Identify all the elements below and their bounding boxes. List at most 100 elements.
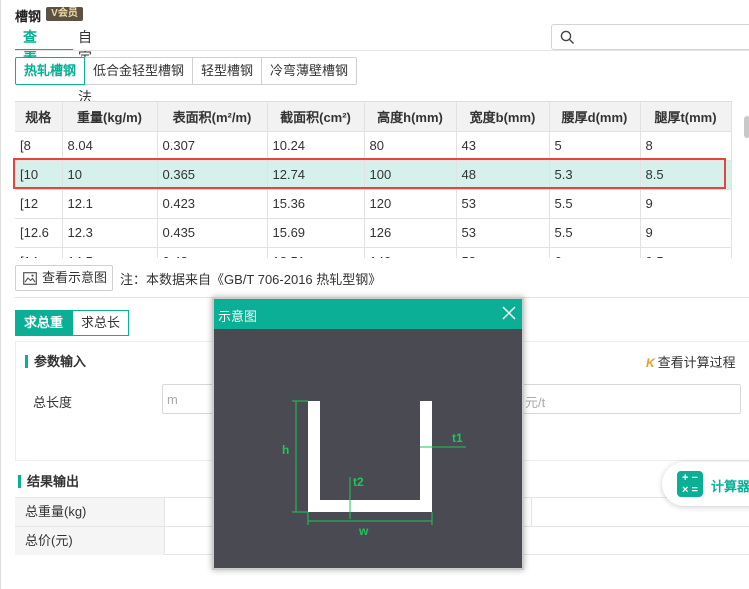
cell: [10 [15, 160, 63, 190]
cell: 12.1 [62, 189, 158, 219]
col-section-area[interactable]: 截面积(cm²) [267, 102, 365, 132]
page: 槽钢 V会员 查表法 自定义法 热轧槽钢 低合金轻型槽钢 轻型槽钢 冷弯薄壁槽钢… [0, 0, 749, 589]
search-input[interactable] [551, 24, 749, 50]
cell: 10 [62, 160, 158, 190]
calc-tabs: 求总重 求总长 [15, 310, 130, 336]
table-scrollbar[interactable] [744, 116, 749, 138]
cell: 12.74 [267, 160, 365, 190]
close-icon[interactable] [500, 304, 518, 322]
modal-title: 示意图 [218, 309, 258, 324]
image-icon [23, 272, 37, 285]
calculator-icon: + − × = [677, 471, 703, 497]
cell: 5.5 [549, 189, 641, 219]
cell: 48 [456, 160, 550, 190]
modal-header[interactable]: 示意图 [214, 299, 522, 329]
table-row[interactable]: [12.6 12.3 0.435 15.69 126 53 5.5 9 [15, 218, 732, 248]
channel-section-shape [308, 401, 432, 512]
cell: 8.04 [62, 131, 158, 161]
col-width[interactable]: 宽度b(mm) [456, 102, 550, 132]
view-process-link[interactable]: K 查看计算过程 [646, 352, 736, 371]
cell: 0.435 [157, 218, 268, 248]
cell: 8 [640, 131, 732, 161]
cell: 120 [364, 189, 457, 219]
cell: 5 [549, 131, 641, 161]
tab-light[interactable]: 轻型槽钢 [192, 57, 263, 85]
cell: 8.5 [640, 160, 732, 190]
cell: [12.6 [15, 218, 63, 248]
cell: 6 [549, 247, 641, 258]
cell: 80 [364, 131, 457, 161]
cell-divider [531, 498, 532, 526]
cell: 9 [640, 218, 732, 248]
cell: 43 [456, 131, 550, 161]
cell: 126 [364, 218, 457, 248]
cell: 0.307 [157, 131, 268, 161]
cell: 5.5 [549, 218, 641, 248]
cell: 18.51 [267, 247, 365, 258]
cell: 15.69 [267, 218, 365, 248]
cell: 53 [456, 189, 550, 219]
col-height[interactable]: 高度h(mm) [364, 102, 457, 132]
col-weight[interactable]: 重量(kg/m) [62, 102, 158, 132]
total-price-label: 总价(元) [15, 527, 165, 555]
width-label: w [358, 524, 369, 538]
data-source-note: 注：本数据来自《GB/T 706-2016 热轧型钢》 [120, 272, 382, 287]
cell: 9.5 [640, 247, 732, 258]
table-header-row: 规格 重量(kg/m) 表面积(m²/m) 截面积(cm²) 高度h(mm) 宽… [15, 102, 732, 132]
cell: 10.24 [267, 131, 365, 161]
table-row[interactable]: [8 8.04 0.307 10.24 80 43 5 8 [15, 131, 732, 161]
cell: [12 [15, 189, 63, 219]
tab-low-alloy-light[interactable]: 低合金轻型槽钢 [84, 57, 194, 85]
search-icon [560, 30, 574, 44]
category-tabs: 热轧槽钢 低合金轻型槽钢 轻型槽钢 冷弯薄壁槽钢 [15, 57, 358, 85]
vip-k-icon: K [646, 356, 655, 370]
tab-total-weight[interactable]: 求总重 [15, 310, 73, 336]
vip-badge: V会员 [46, 7, 83, 21]
col-surface-area[interactable]: 表面积(m²/m) [157, 102, 268, 132]
cell: 9 [640, 189, 732, 219]
divider [15, 50, 749, 51]
params-section-title: 参数输入 [25, 355, 86, 368]
channel-diagram: h t1 t2 w [214, 329, 522, 568]
table-row[interactable]: [14a14.50.4818.511405869.5 [15, 247, 732, 258]
table-row-selected[interactable]: [10 10 0.365 12.74 100 48 5.3 8.5 [15, 160, 732, 190]
diagram-modal: 示意图 h t1 t2 w [212, 297, 524, 570]
tab-hot-rolled[interactable]: 热轧槽钢 [15, 57, 86, 85]
cell: 140 [364, 247, 457, 258]
col-web-thickness[interactable]: 腰厚d(mm) [549, 102, 641, 132]
cell: 53 [456, 218, 550, 248]
cell: 12.3 [62, 218, 158, 248]
cell: 100 [364, 160, 457, 190]
cell: 5.3 [549, 160, 641, 190]
cell: 14.5 [62, 247, 158, 258]
length-placeholder: m [167, 392, 178, 407]
spec-table: 规格 重量(kg/m) 表面积(m²/m) 截面积(cm²) 高度h(mm) 宽… [15, 101, 732, 258]
tab-cold-formed[interactable]: 冷弯薄壁槽钢 [261, 57, 358, 85]
col-flange-thickness[interactable]: 腿厚t(mm) [640, 102, 732, 132]
page-title: 槽钢 [15, 9, 42, 24]
price-placeholder: 元/t [525, 395, 546, 410]
table-row[interactable]: [12 12.1 0.423 15.36 120 53 5.5 9 [15, 189, 732, 219]
channel-diagram-svg: h t1 t2 w [282, 400, 466, 538]
calculator-button[interactable]: + − × = 计算器 [662, 462, 749, 506]
tab-total-length[interactable]: 求总长 [72, 310, 130, 336]
cell: 0.48 [157, 247, 268, 258]
cell: 0.423 [157, 189, 268, 219]
cell: [8 [15, 131, 63, 161]
col-spec[interactable]: 规格 [15, 102, 63, 132]
t1-label: t1 [452, 431, 463, 445]
total-weight-label: 总重量(kg) [15, 498, 165, 526]
price-input[interactable]: 元/t [514, 384, 741, 414]
output-section-title: 结果输出 [18, 475, 79, 488]
cell: [14a [15, 247, 63, 258]
view-diagram-label: 查看示意图 [42, 270, 108, 285]
calculator-label: 计算器 [711, 479, 749, 494]
length-label: 总长度 [33, 395, 73, 410]
height-label: h [282, 443, 289, 457]
cell: 15.36 [267, 189, 365, 219]
view-process-label: 查看计算过程 [657, 355, 736, 370]
cell: 0.365 [157, 160, 268, 190]
t2-label: t2 [353, 475, 364, 489]
cell: 58 [456, 247, 550, 258]
view-diagram-button[interactable]: 查看示意图 [15, 265, 113, 291]
